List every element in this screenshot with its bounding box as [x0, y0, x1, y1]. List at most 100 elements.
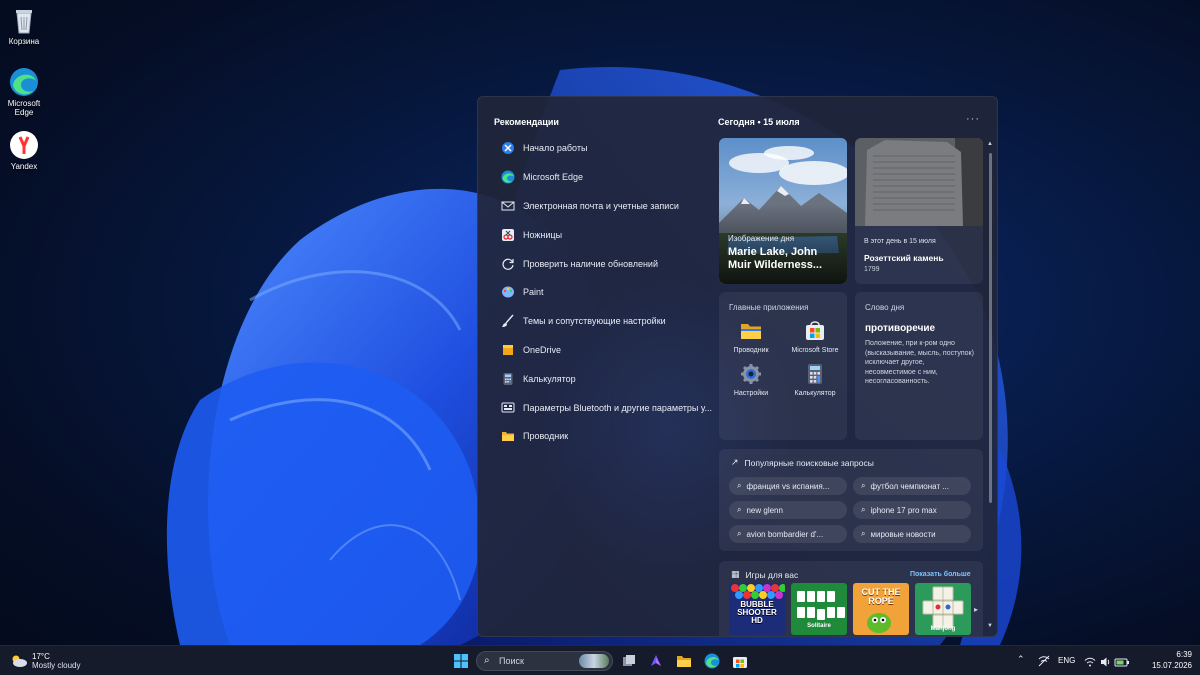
rec-item-mail-accounts[interactable]: Электронная почта и учетные записи: [494, 192, 714, 221]
show-more-link[interactable]: Показать больше: [910, 571, 971, 578]
yandex-icon: [9, 130, 39, 160]
rec-item-calculator[interactable]: Калькулятор: [494, 364, 714, 393]
search-chip[interactable]: ⌕ new glenn: [729, 501, 847, 519]
clock[interactable]: 6:39 15.07.2026: [1140, 650, 1192, 671]
no-network-icon: [1038, 655, 1050, 667]
games-header: ▦ Игры для вас: [731, 569, 798, 580]
wifi-button[interactable]: [1084, 655, 1096, 667]
chevron-right-icon: ▸: [974, 605, 979, 614]
search-chip[interactable]: ⌕ мировые новости: [853, 525, 971, 543]
on-this-day-card[interactable]: В этот день в 15 июля Розеттский камень …: [855, 138, 983, 284]
rec-item-explorer[interactable]: Проводник: [494, 422, 714, 451]
speaker-icon: [1101, 657, 1110, 667]
task-view-button[interactable]: [621, 653, 637, 669]
paint-icon: [500, 285, 515, 300]
refresh-icon: [500, 256, 515, 271]
store-icon: [733, 657, 747, 668]
desktop-icon-label: Microsoft Edge: [7, 99, 41, 117]
trending-icon: ↗: [731, 457, 739, 467]
game-tile-mahjong[interactable]: Mahjong: [915, 583, 971, 635]
search-icon: ⌕: [737, 505, 742, 514]
app-explorer[interactable]: Проводник: [719, 320, 783, 355]
word-of-day-card[interactable]: Слово дня противоречие Положение, при к-…: [855, 292, 983, 440]
game-tile-cut-the-rope[interactable]: CUT THE ROPE: [853, 583, 909, 635]
app-microsoft-store[interactable]: Microsoft Store: [783, 320, 847, 355]
scroll-up-button[interactable]: ▲: [987, 141, 993, 147]
weather-temp: 17°C: [32, 651, 50, 661]
rec-item-check-updates[interactable]: Проверить наличие обновлений: [494, 249, 714, 278]
app-calculator[interactable]: Калькулятор: [783, 363, 847, 398]
search-highlight-image: [579, 654, 609, 668]
language-indicator[interactable]: ENG: [1058, 656, 1075, 665]
scroll-down-button[interactable]: ▼: [987, 623, 993, 629]
rec-item-get-started[interactable]: Начало работы: [494, 134, 714, 163]
solitaire-title: Solitaire: [807, 623, 831, 629]
desktop-icon-label: Корзина: [8, 37, 40, 46]
bubble-shooter-title: BUBBLE SHOOTER HD: [737, 600, 777, 625]
copilot-button[interactable]: [648, 653, 664, 669]
desktop-icon-yandex[interactable]: Yandex: [4, 130, 44, 171]
desktop-icon-edge[interactable]: Microsoft Edge: [4, 67, 44, 117]
weather-text: Mostly cloudy: [32, 660, 81, 670]
game-tile-solitaire[interactable]: Solitaire: [791, 583, 847, 635]
wifi-icon: [1084, 657, 1096, 667]
top-apps-grid: Проводник Microsoft Store Настройки Каль…: [719, 320, 847, 398]
search-panel: Рекомендации Начало работы Microsoft Edg…: [477, 96, 998, 637]
search-chip[interactable]: ⌕ франция vs испания...: [729, 477, 847, 495]
get-started-icon: [500, 141, 515, 156]
edge-icon: [500, 170, 515, 185]
search-icon: ⌕: [861, 529, 866, 538]
search-icon: ⌕: [861, 481, 866, 490]
gamepad-icon: ▦: [731, 569, 740, 579]
trending-title: Популярные поисковые запросы: [744, 457, 874, 468]
search-chip[interactable]: ⌕ iphone 17 pro max: [853, 501, 971, 519]
top-apps-card: Главные приложения Проводник Microsoft S…: [719, 292, 847, 440]
scroll-down-icon: ▼: [987, 623, 993, 629]
photo-of-day-card[interactable]: Изображение дня Marie Lake, John Muir Wi…: [719, 138, 847, 284]
panel-scrollbar[interactable]: [989, 153, 992, 503]
snipping-tool-icon: [500, 227, 515, 242]
taskbar-store[interactable]: [732, 653, 748, 669]
word-definition: Положение, при к-ром одно (высказывание,…: [865, 340, 974, 385]
copilot-icon: [651, 655, 661, 666]
edge-icon: [9, 67, 39, 97]
taskbar-edge[interactable]: [704, 653, 720, 669]
rec-item-themes[interactable]: Темы и сопутствующие настройки: [494, 307, 714, 336]
desktop-icon-label: Yandex: [10, 162, 38, 171]
search-icon: ⌕: [861, 505, 866, 514]
show-hidden-icons-button[interactable]: ⌃: [1017, 654, 1025, 665]
calculator-icon: [500, 371, 515, 386]
rosetta-stone-photo: [855, 138, 983, 226]
weather-widget[interactable]: 17°C Mostly cloudy: [10, 650, 80, 672]
rec-item-onedrive[interactable]: OneDrive: [494, 336, 714, 365]
windows-logo-icon: [454, 654, 468, 668]
app-settings[interactable]: Настройки: [719, 363, 783, 398]
desktop-icon-recycle-bin[interactable]: Корзина: [4, 5, 44, 46]
brush-icon: [500, 314, 515, 329]
recommendations-title: Рекомендации: [494, 117, 559, 127]
battery-button[interactable]: [1114, 655, 1130, 667]
search-chip[interactable]: ⌕ футбол чемпионат ...: [853, 477, 971, 495]
rec-item-edge[interactable]: Microsoft Edge: [494, 163, 714, 192]
recommendations-list: Начало работы Microsoft Edge Электронная…: [494, 134, 714, 451]
rec-item-paint[interactable]: Paint: [494, 278, 714, 307]
search-icon: ⌕: [737, 481, 742, 490]
games-next-button[interactable]: ▸: [974, 605, 978, 614]
history-card-title: Розеттский камень: [864, 253, 944, 263]
games-card: ▦ Игры для вас Показать больше BUBBLE SH…: [719, 561, 983, 636]
taskbar-explorer[interactable]: [676, 653, 692, 669]
cut-the-rope-title: CUT THE ROPE: [861, 587, 901, 606]
network-status-button[interactable]: [1038, 654, 1050, 667]
gear-icon: [740, 363, 762, 385]
word-of-day: противоречие: [865, 323, 936, 334]
rec-item-bluetooth-settings[interactable]: Параметры Bluetooth и другие параметры у…: [494, 393, 714, 422]
history-card-kicker: В этот день в 15 июля: [864, 238, 936, 245]
games-title: Игры для вас: [745, 569, 799, 580]
search-chip[interactable]: ⌕ avion bombardier d'...: [729, 525, 847, 543]
more-options-button[interactable]: ···: [966, 113, 980, 125]
rec-item-snipping-tool[interactable]: Ножницы: [494, 220, 714, 249]
volume-button[interactable]: [1100, 655, 1112, 667]
taskbar-search-box[interactable]: ⌕ Поиск: [476, 651, 613, 671]
game-tile-bubble-shooter[interactable]: BUBBLE SHOOTER HD: [729, 583, 785, 635]
start-button[interactable]: [453, 653, 469, 669]
